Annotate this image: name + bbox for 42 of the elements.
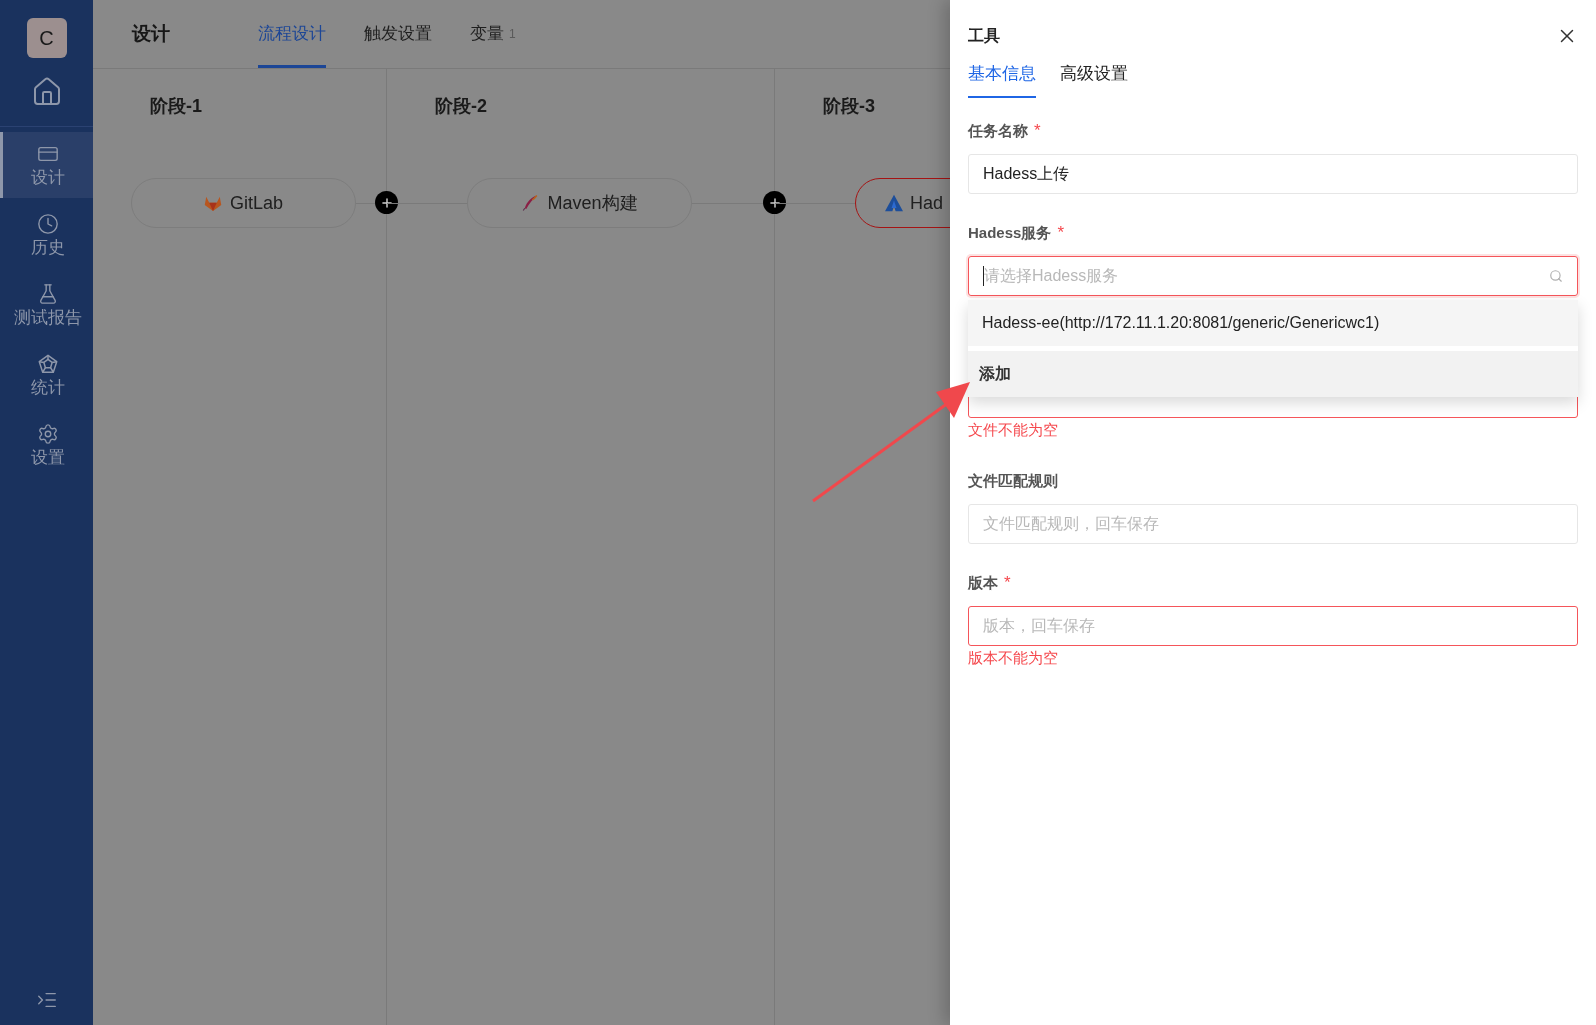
sidebar-item[interactable]: 测试报告 [0, 272, 93, 338]
flask-icon [37, 282, 59, 305]
search-icon [1549, 269, 1563, 283]
tab[interactable]: 触发设置 [364, 0, 432, 68]
field-label: 版本 [968, 572, 998, 593]
error-message: 版本不能为空 [968, 647, 1059, 668]
sidebar-item[interactable]: 设置 [0, 412, 93, 478]
settings-icon [37, 422, 59, 445]
input-field[interactable]: 版本，回车保存 [968, 606, 1578, 646]
required-mark: * [1004, 572, 1011, 595]
clock-icon [37, 212, 59, 235]
avatar[interactable]: C [26, 18, 67, 58]
field-label: 任务名称 [968, 120, 1028, 141]
sidebar-item[interactable]: 统计 [0, 342, 93, 408]
tab[interactable]: 基本信息 [968, 52, 1036, 98]
plus-icon [767, 195, 782, 210]
tab[interactable]: 高级设置 [1060, 52, 1128, 98]
stage-title: 阶段-3 [822, 95, 876, 118]
triangle-icon [884, 194, 904, 212]
input-field[interactable]: Hadess上传 [968, 154, 1578, 194]
required-mark: * [1034, 120, 1041, 143]
sidebar-item[interactable]: 设计 [0, 132, 93, 198]
field-label: 文件匹配规则 [968, 470, 1058, 491]
add-option[interactable]: 添加 [968, 351, 1578, 397]
feather-icon [521, 194, 540, 212]
add-stage-button[interactable] [763, 191, 786, 214]
required-mark: * [1057, 222, 1064, 245]
task-node[interactable]: GitLab [131, 178, 356, 228]
page-title: 设计 [132, 21, 170, 46]
field-label: Hadess服务 [968, 222, 1052, 243]
sidebar-item[interactable]: 历史 [0, 202, 93, 268]
stage-title: 阶段-2 [434, 95, 488, 118]
panel-title: 工具 [968, 26, 1000, 46]
fox-icon [203, 194, 222, 212]
plus-icon [379, 195, 394, 210]
pentagon-icon [37, 352, 59, 375]
task-node[interactable]: Maven构建 [467, 178, 692, 228]
stage-title: 阶段-1 [149, 95, 203, 118]
tab[interactable]: 流程设计 [258, 0, 326, 68]
error-message: 文件不能为空 [968, 419, 1059, 440]
dropdown-option[interactable]: Hadess-ee(http://172.11.1.20:8081/generic/Genericwc1) [968, 300, 1578, 346]
add-stage-button[interactable] [375, 191, 398, 214]
